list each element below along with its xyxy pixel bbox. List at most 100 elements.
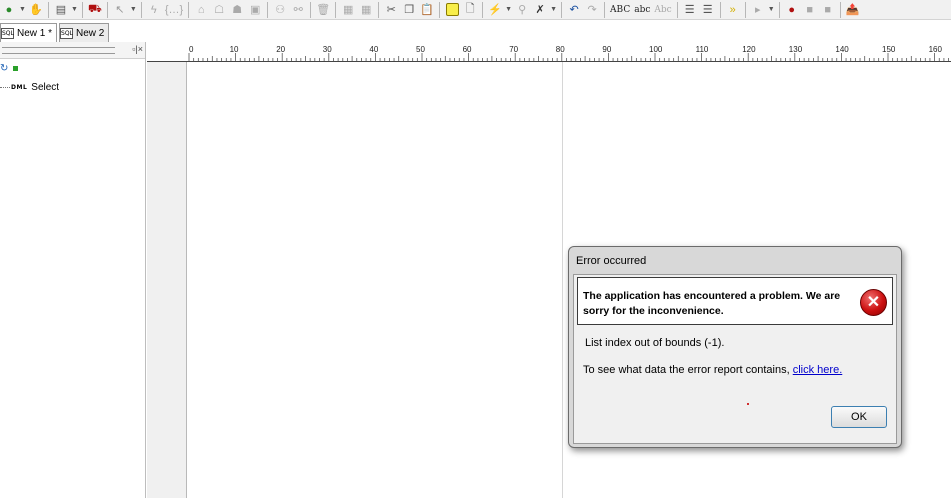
undo-icon[interactable]: ↶: [567, 1, 581, 19]
lowercase-button[interactable]: abc: [634, 1, 650, 19]
copy-icon[interactable]: ❐: [402, 1, 416, 19]
toolbar-separator: [604, 1, 606, 18]
find-icon[interactable]: ⚲: [515, 1, 529, 19]
ruler-label: 10: [230, 45, 239, 54]
commit-icon[interactable]: ☖: [212, 1, 226, 19]
connect-icon[interactable]: ●: [2, 1, 16, 19]
filter-dropdown-arrow[interactable]: ▼: [505, 1, 512, 19]
play-dropdown-arrow[interactable]: ▼: [768, 1, 775, 19]
tree-item-label: Select: [31, 81, 60, 93]
panel-controls: ↻: [0, 59, 145, 77]
error-dialog: Error occurred The application has encou…: [568, 246, 902, 448]
toolbar-separator: [106, 1, 108, 18]
main-toolbar: ● ▼ ✋ ▤ ▼ ⛟ ↖ ▼ ϟ {…} ⌂ ☖ ☗ ▣ ⚇ ⚯ 🗑 ▦ ▦ …: [0, 0, 951, 20]
connect-dropdown-arrow[interactable]: ▼: [19, 1, 26, 19]
save-icon[interactable]: ▣: [248, 1, 262, 19]
ruler-label: 140: [835, 45, 849, 54]
export-icon[interactable]: 📤: [846, 1, 860, 19]
report-text: To see what data the error report contai…: [583, 364, 790, 376]
capitalize-button[interactable]: Abc: [654, 1, 671, 19]
record-icon[interactable]: ●: [785, 1, 799, 19]
toolbar-separator: [378, 1, 380, 18]
right-margin-line: [562, 62, 563, 498]
toolbar-separator: [267, 1, 269, 18]
ruler-label: 90: [602, 45, 611, 54]
tab-new-1[interactable]: SQL New 1 *: [0, 23, 58, 42]
new-page-icon[interactable]: 🗋: [463, 1, 477, 19]
redo-icon[interactable]: ↷: [585, 1, 599, 19]
play-icon[interactable]: ▸: [751, 1, 765, 19]
panel-header: ▫|×: [0, 42, 145, 59]
tab-label: New 2: [76, 27, 105, 39]
query-dropdown-arrow[interactable]: ▼: [71, 1, 78, 19]
link-icon[interactable]: ⚇: [273, 1, 287, 19]
tree-item-select[interactable]: DML Select: [0, 79, 145, 95]
toolbar-separator: [482, 1, 484, 18]
ruler-label: 160: [929, 45, 943, 54]
filter-icon[interactable]: ⚡: [488, 1, 502, 19]
ruler-label: 20: [276, 45, 285, 54]
ok-button[interactable]: OK: [831, 406, 887, 428]
ruler-label: 120: [742, 45, 756, 54]
dialog-heading: The application has encountered a proble…: [583, 290, 841, 317]
ruler-label: 80: [556, 45, 565, 54]
grid-icon[interactable]: ▦: [341, 1, 355, 19]
ruler-label: 50: [416, 45, 425, 54]
stray-dot: [747, 403, 749, 405]
toolbar-separator: [188, 1, 190, 18]
notebook-icon[interactable]: [445, 1, 459, 19]
fast-forward-icon[interactable]: »: [726, 1, 740, 19]
toolbar-separator: [140, 1, 142, 18]
pointer-dropdown-arrow[interactable]: ▼: [130, 1, 137, 19]
toolbar-separator: [719, 1, 721, 18]
stop-icon[interactable]: ■: [803, 1, 817, 19]
paste-icon[interactable]: 📋: [420, 1, 434, 19]
replace-dropdown-arrow[interactable]: ▼: [550, 1, 557, 19]
ruler: 0 10 20 30 40 50 60 70 80 90 100 110 120 130 140 150 160: [147, 42, 951, 62]
toolbar-separator: [676, 1, 678, 18]
panel-header-buttons[interactable]: ▫|×: [132, 44, 143, 54]
dialog-title: Error occurred: [576, 255, 647, 267]
toolbar-separator: [81, 1, 83, 18]
tree-line: [0, 86, 10, 88]
glasses-icon[interactable]: ⚯: [291, 1, 305, 19]
lightning-icon[interactable]: ϟ: [147, 1, 161, 19]
trash-icon[interactable]: 🗑: [316, 1, 330, 19]
report-link[interactable]: click here.: [793, 364, 843, 376]
transaction-icon[interactable]: ⌂: [194, 1, 208, 19]
dialog-header: The application has encountered a proble…: [577, 277, 893, 325]
toolbar-separator: [561, 1, 563, 18]
refresh-icon[interactable]: ↻: [0, 63, 8, 74]
pointer-icon[interactable]: ↖: [113, 1, 127, 19]
ruler-label: 0: [189, 45, 194, 54]
query-icon[interactable]: ▤: [54, 1, 68, 19]
ruler-label: 150: [882, 45, 896, 54]
toolbar-separator: [744, 1, 746, 18]
cut-icon[interactable]: ✂: [384, 1, 398, 19]
brackets-icon[interactable]: {…}: [165, 1, 183, 19]
replace-icon[interactable]: ✗: [533, 1, 547, 19]
ruler-label: 100: [649, 45, 663, 54]
rollback-icon[interactable]: ☗: [230, 1, 244, 19]
dialog-body: The application has encountered a proble…: [573, 274, 897, 444]
grid2-icon[interactable]: ▦: [359, 1, 373, 19]
tab-new-2[interactable]: SQL New 2: [59, 23, 110, 42]
uppercase-button[interactable]: ABC: [610, 1, 630, 19]
hand-icon[interactable]: ✋: [29, 1, 43, 19]
tab-label: New 1 *: [17, 27, 53, 39]
toolbar-separator: [335, 1, 337, 18]
ruler-label: 130: [789, 45, 803, 54]
car-icon[interactable]: ⛟: [88, 1, 102, 19]
ruler-label: 70: [509, 45, 518, 54]
toolbar-separator: [439, 1, 441, 18]
pause-icon[interactable]: ■: [821, 1, 835, 19]
report-line: To see what data the error report contai…: [583, 364, 842, 376]
ruler-ticks: 0 10 20 30 40 50 60 70 80 90 100 110 120 130 140 150 160: [188, 45, 949, 61]
error-message: List index out of bounds (-1).: [585, 337, 725, 349]
panel-grip[interactable]: [2, 47, 115, 54]
toolbar-separator: [310, 1, 312, 18]
sql-file-icon: SQL: [60, 27, 74, 39]
outdent-icon[interactable]: ☰: [701, 1, 715, 19]
indent-icon[interactable]: ☰: [683, 1, 697, 19]
toolbar-separator: [778, 1, 780, 18]
